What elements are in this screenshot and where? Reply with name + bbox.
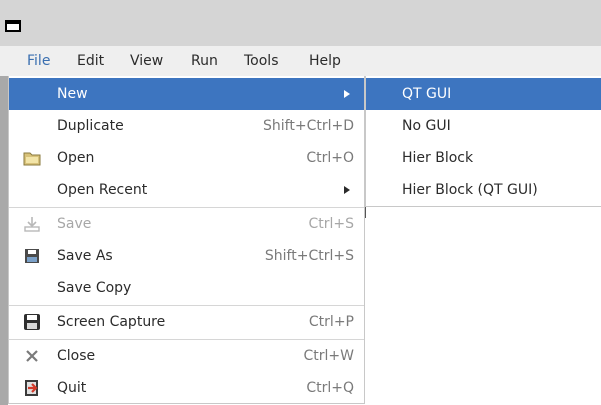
menu-item-close[interactable]: Close Ctrl+W xyxy=(9,340,364,372)
submenu-item-label: QT GUI xyxy=(402,86,452,102)
submenu-item-label: Hier Block (QT GUI) xyxy=(402,182,538,198)
menu-item-label: Close xyxy=(57,348,96,364)
menu-item-accelerator: Ctrl+Q xyxy=(306,380,354,396)
menu-item-save[interactable]: Save Ctrl+S xyxy=(9,208,364,240)
submenu-item-qt-gui[interactable]: QT GUI xyxy=(366,78,601,110)
menu-item-accelerator: Ctrl+W xyxy=(303,348,354,364)
menu-item-accelerator: Shift+Ctrl+D xyxy=(263,118,354,134)
menu-item-quit[interactable]: Quit Ctrl+Q xyxy=(9,372,364,404)
window-icon[interactable] xyxy=(5,20,21,32)
menu-item-open[interactable]: Open Ctrl+O xyxy=(9,142,364,174)
menu-file[interactable]: File xyxy=(21,46,56,76)
left-panel-edge xyxy=(0,76,8,405)
save-as-icon xyxy=(25,249,39,263)
submenu-item-label: Hier Block xyxy=(402,150,474,166)
save-icon xyxy=(24,217,40,232)
menu-item-accelerator: Ctrl+P xyxy=(308,314,354,330)
menu-view[interactable]: View xyxy=(124,46,169,76)
menu-item-label: Duplicate xyxy=(57,118,124,134)
file-menu: New Duplicate Shift+Ctrl+D Open Ctrl+O O… xyxy=(8,76,365,404)
menu-item-save-as[interactable]: Save As Shift+Ctrl+S xyxy=(9,240,364,272)
submenu-item-label: No GUI xyxy=(402,118,451,134)
folder-icon xyxy=(23,152,41,166)
menu-item-label: Save Copy xyxy=(57,280,132,296)
menu-run[interactable]: Run xyxy=(185,46,224,76)
menu-item-label: Save As xyxy=(57,248,113,264)
menu-item-save-copy[interactable]: Save Copy xyxy=(9,272,364,304)
menu-item-label: Save xyxy=(57,216,92,232)
new-submenu: QT GUI No GUI Hier Block Hier Block (QT … xyxy=(365,76,601,207)
menu-edit[interactable]: Edit xyxy=(71,46,110,76)
menu-item-label: New xyxy=(57,86,88,102)
menu-help[interactable]: Help xyxy=(303,46,347,76)
menu-item-duplicate[interactable]: Duplicate Shift+Ctrl+D xyxy=(9,110,364,142)
floppy-icon xyxy=(24,314,40,330)
submenu-item-hier-block-qt-gui[interactable]: Hier Block (QT GUI) xyxy=(366,174,601,206)
menu-item-label: Open xyxy=(57,150,95,166)
menu-item-label: Quit xyxy=(57,380,87,396)
exit-icon xyxy=(25,380,38,396)
submenu-arrow-icon xyxy=(344,186,350,194)
menu-bar: File Edit View Run Tools Help xyxy=(0,46,601,76)
menu-item-new[interactable]: New xyxy=(9,78,364,110)
submenu-item-hier-block[interactable]: Hier Block xyxy=(366,142,601,174)
title-bar xyxy=(0,0,601,46)
menu-item-label: Screen Capture xyxy=(57,314,166,330)
submenu-arrow-icon xyxy=(344,90,350,98)
menu-item-open-recent[interactable]: Open Recent xyxy=(9,174,364,206)
close-icon xyxy=(26,350,38,362)
menu-item-screen-capture[interactable]: Screen Capture Ctrl+P xyxy=(9,306,364,338)
menu-item-accelerator: Ctrl+S xyxy=(308,216,354,232)
menu-item-accelerator: Ctrl+O xyxy=(306,150,354,166)
menu-item-accelerator: Shift+Ctrl+S xyxy=(264,248,354,264)
submenu-item-no-gui[interactable]: No GUI xyxy=(366,110,601,142)
menu-tools[interactable]: Tools xyxy=(238,46,285,76)
menu-item-label: Open Recent xyxy=(57,182,148,198)
